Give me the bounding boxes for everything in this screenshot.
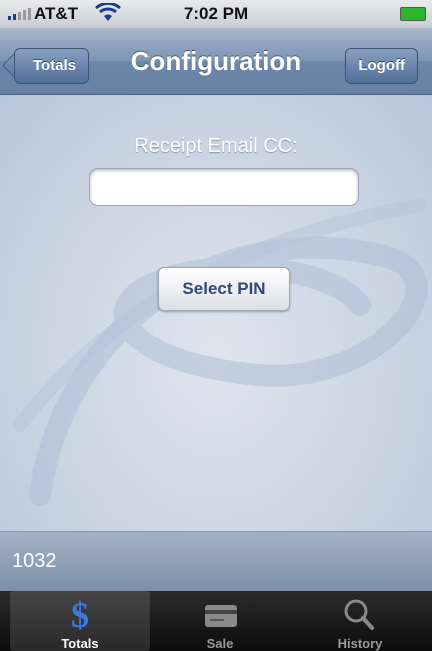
tab-bar: $ Totals Sale History [0, 591, 432, 651]
email-cc-label: Receipt Email CC: [134, 135, 298, 157]
tab-totals[interactable]: $ Totals [10, 591, 150, 651]
configuration-content: Receipt Email CC: Select PIN [0, 95, 432, 531]
navigation-bar: Totals Configuration Logoff [0, 28, 432, 95]
dollar-icon: $ [71, 595, 89, 631]
terminal-number: 1032 [12, 550, 57, 572]
credit-card-icon [205, 605, 237, 627]
select-pin-button[interactable]: Select PIN [158, 267, 290, 311]
tab-totals-label: Totals [61, 636, 99, 651]
logoff-button[interactable]: Logoff [345, 48, 418, 84]
email-cc-input[interactable] [89, 168, 359, 206]
svg-text:$: $ [71, 595, 89, 631]
tab-history[interactable]: History [290, 591, 430, 651]
info-bar: 1032 [0, 531, 432, 592]
status-bar: AT&T 7:02 PM [0, 0, 432, 28]
background-swirl [13, 198, 428, 506]
magnifier-icon [344, 599, 374, 630]
app-screen: AT&T 7:02 PM Totals Configuration Logoff… [0, 0, 432, 651]
tab-sale-label: Sale [206, 636, 234, 651]
tab-history-label: History [337, 636, 383, 651]
back-button[interactable]: Totals [14, 48, 90, 84]
tab-sale[interactable]: Sale [150, 591, 290, 651]
battery-charging-icon [400, 7, 426, 21]
status-time: 7:02 PM [183, 4, 249, 23]
